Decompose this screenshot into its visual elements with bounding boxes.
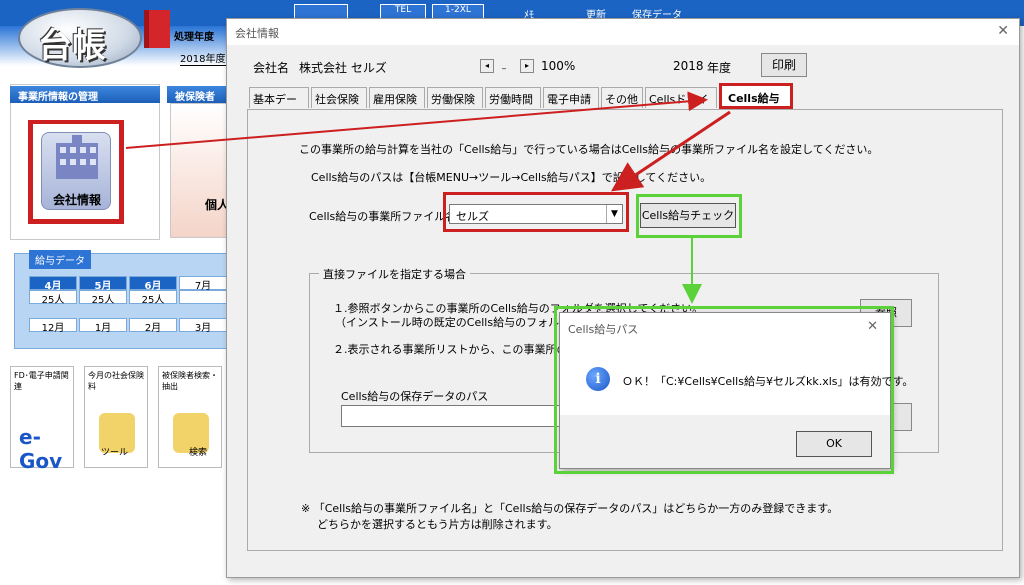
scroll-left-icon[interactable]: ◂ (480, 59, 494, 73)
tab-cells-drive[interactable]: Cellsドライブ (645, 87, 717, 108)
section-insured: 被保険者 (167, 86, 230, 103)
scroll-track[interactable]: _ (497, 59, 511, 73)
intro-text: この事業所の給与計算を当社の「Cells給与」で行っている場合はCells給与の… (299, 143, 879, 156)
section-office: 事業所情報の管理 (10, 86, 160, 103)
tab-working-hours[interactable]: 労働時間 (485, 87, 541, 108)
egov-logo: e-Gov (19, 425, 63, 473)
tab-employment-insurance[interactable]: 雇用保険 (369, 87, 425, 108)
year-value-dialog: 2018 (673, 59, 704, 73)
tab-cells-salary[interactable]: Cells給与 (719, 83, 793, 109)
save-path-label: Cells給与の保存データのパス (341, 390, 489, 403)
month-cell[interactable]: 5月 (79, 276, 127, 292)
tab-other[interactable]: その他 (601, 87, 643, 108)
tab-e-filing[interactable]: 電子申請 (543, 87, 599, 108)
group-title: 直接ファイルを指定する場合 (319, 266, 470, 282)
month-cell[interactable]: 3月 (179, 318, 227, 334)
scroll-right-icon[interactable]: ▸ (520, 59, 534, 73)
app-logo: 台帳 (18, 8, 142, 68)
dialog-title: 会社情報 (227, 19, 1019, 45)
tab-social-insurance[interactable]: 社会保険 (311, 87, 367, 108)
highlight-green-check (636, 194, 742, 238)
person-panel[interactable]: 個人 (170, 103, 230, 238)
tile-caption: 検索 (189, 448, 208, 458)
month-cell[interactable]: 1月 (79, 318, 127, 334)
year-value: 2018年度 (180, 50, 232, 66)
count-cell (179, 290, 227, 304)
close-icon[interactable]: ✕ (997, 23, 1009, 39)
month-cell[interactable]: 7月 (179, 276, 227, 292)
tab-basic[interactable]: 基本データ (249, 87, 309, 122)
count-cell: 25人 (29, 290, 77, 306)
tool-tiles: FD･電子申請関連 e-Gov 今月の社会保険料 ツール 被保険者検索・抽出 検… (10, 366, 230, 476)
year-unit: 年度 (707, 61, 732, 75)
month-cell[interactable]: 12月 (29, 318, 77, 334)
tile-title: 今月の社会保険料 (88, 371, 144, 391)
social-insurance-tile[interactable]: 今月の社会保険料 ツール (84, 366, 148, 468)
print-button[interactable]: 印刷 (761, 53, 807, 77)
footnote-1: ※ 「Cells給与の事業所ファイル名」と「Cells給与の保存データのパス」は… (301, 502, 839, 515)
year-label: 処理年度 (174, 32, 214, 43)
month-cell[interactable]: 6月 (129, 276, 177, 292)
egov-tile[interactable]: FD･電子申請関連 e-Gov (10, 366, 74, 473)
company-label: 会社名 (253, 61, 290, 75)
company-info-dialog: 会社情報 ✕ 会社名 株式会社 セルズ ◂ _ ▸ 100% 2018 年度 印… (226, 18, 1020, 578)
zoom-value: 100% (541, 59, 576, 73)
step1-subtext: （インストール時の既定のCells給与のフォルダは (335, 316, 582, 329)
highlight-green-messagebox (554, 306, 894, 474)
month-cell[interactable]: 4月 (29, 276, 77, 292)
search-tile[interactable]: 被保険者検索・抽出 検索 (158, 366, 222, 468)
footnote-2: どちらかを選択するともう片方は削除されます。 (317, 518, 558, 531)
tile-title: FD･電子申請関連 (14, 371, 69, 391)
tab-labor-insurance[interactable]: 労働保険 (427, 87, 483, 108)
app-logo-text: 台帳 (38, 26, 106, 66)
book-icon (144, 10, 170, 48)
highlight-red-combo (443, 192, 629, 232)
count-cell: 25人 (129, 290, 177, 306)
month-cell[interactable]: 2月 (129, 318, 177, 334)
highlight-red-company (28, 120, 124, 224)
count-cell: 25人 (79, 290, 127, 306)
path-note: Cells給与のパスは【台帳MENU→ツール→Cells給与パス】で設定してくだ… (311, 171, 712, 184)
file-label: Cells給与の事業所ファイル名 (309, 210, 457, 223)
salary-data-panel: 給与データ 4月 5月 6月 7月 25人 25人 25人 12月 1月 2月 … (14, 250, 230, 349)
company-name: 株式会社 セルズ (299, 61, 387, 75)
tile-caption: ツール (101, 448, 129, 458)
tile-title: 被保険者検索・抽出 (162, 371, 218, 391)
salary-title: 給与データ (29, 250, 91, 269)
